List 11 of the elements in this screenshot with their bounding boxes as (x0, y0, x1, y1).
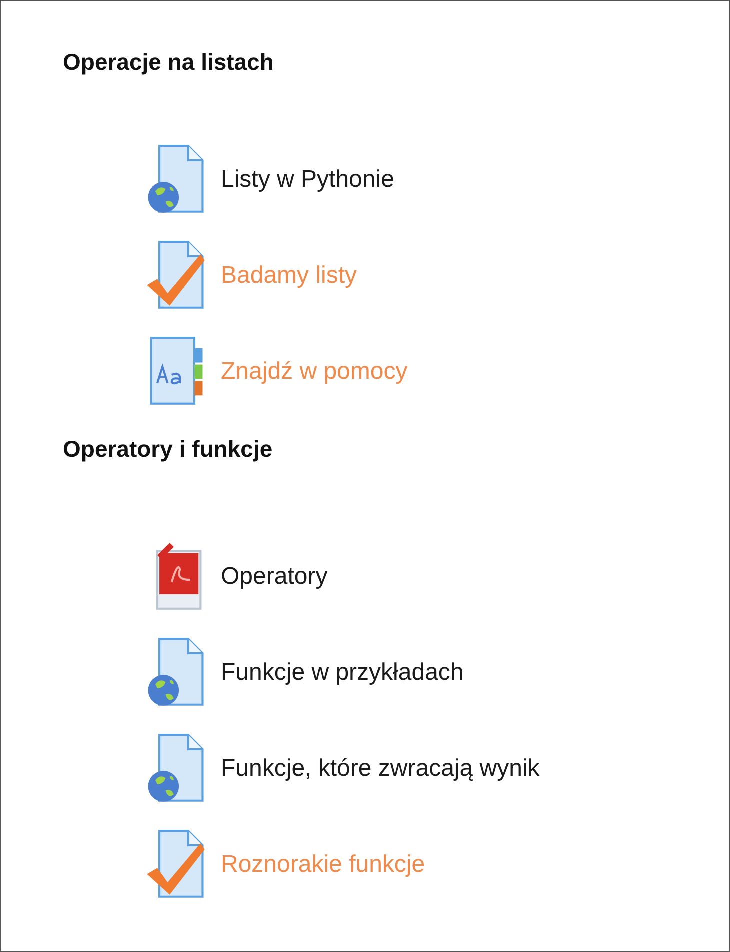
checkmark-document-icon (145, 240, 207, 312)
web-page-icon (145, 637, 207, 709)
activity-link[interactable]: Funkcje, które zwracają wynik (221, 755, 540, 783)
section-title: Operacje na listach (63, 49, 275, 76)
web-page-icon (145, 733, 207, 805)
activity-link[interactable]: Operatory (221, 563, 328, 591)
web-page-icon (145, 144, 207, 216)
activity-link[interactable]: Listy w Pythonie (221, 166, 394, 194)
section-title: Operatory i funkcje (63, 436, 274, 463)
activity-link[interactable]: Funkcje w przykładach (221, 659, 464, 687)
checkmark-document-icon (145, 829, 207, 901)
